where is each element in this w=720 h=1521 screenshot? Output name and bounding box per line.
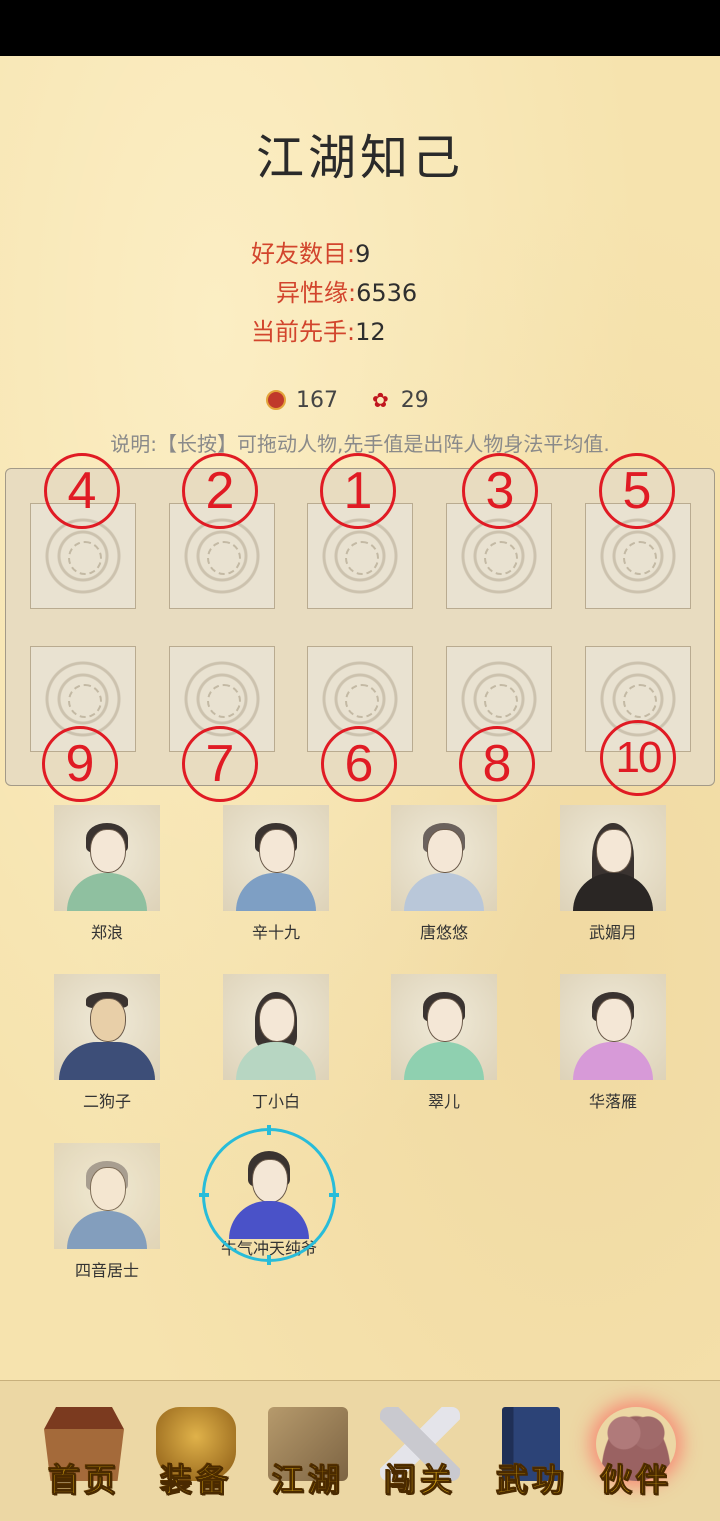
rose-value: 29 (400, 388, 429, 413)
affinity-stat: 异性缘:6536 (276, 273, 417, 308)
character-name: 丁小白 (251, 1092, 300, 1111)
nav-home-label: 首页 (47, 1461, 120, 1500)
nav-home[interactable]: 首页 (34, 1399, 134, 1509)
character-portrait (391, 805, 497, 911)
character-portrait (54, 805, 160, 911)
nav-challenge-label: 闯关 (383, 1461, 456, 1500)
slot-order-number: 10 (600, 720, 676, 796)
slot-order-number: 4 (44, 453, 120, 529)
character-portrait (391, 974, 497, 1080)
emblem-icon (68, 541, 102, 575)
nav-equipment[interactable]: 装备 (146, 1399, 246, 1509)
character-name: 四音居士 (74, 1261, 139, 1280)
character-card[interactable]: 华落雁 (560, 974, 666, 1112)
character-portrait (54, 974, 160, 1080)
slot-order-number: 9 (42, 726, 118, 802)
emblem-icon (623, 541, 657, 575)
slot-order-number: 1 (320, 453, 396, 529)
bottom-nav: 首页 装备 江湖 闯关 武功 伙伴 (0, 1380, 720, 1521)
character-card[interactable]: 四音居士 (54, 1143, 160, 1281)
character-card[interactable]: 辛十九 (223, 805, 329, 943)
slot-order-number: 7 (182, 726, 258, 802)
page-title: 江湖知己 (255, 130, 464, 186)
nav-partners-label: 伙伴 (599, 1461, 672, 1500)
nav-martial-arts-label: 武功 (495, 1461, 568, 1500)
nav-jianghu[interactable]: 江湖 (258, 1399, 358, 1509)
slot-order-number: 6 (321, 726, 397, 802)
character-card[interactable]: 丁小白 (223, 974, 329, 1112)
emblem-icon (207, 541, 241, 575)
character-portrait (560, 974, 666, 1080)
coin-currency: 167 (266, 388, 338, 413)
character-name: 郑浪 (90, 923, 123, 942)
rose-currency: ✿ 29 (372, 388, 429, 413)
emblem-icon (623, 684, 657, 718)
character-portrait (54, 1143, 160, 1249)
emblem-icon (345, 684, 379, 718)
emblem-icon (207, 684, 241, 718)
nav-equipment-label: 装备 (159, 1461, 232, 1500)
coin-pouch-icon (266, 390, 286, 410)
character-name: 华落雁 (588, 1092, 637, 1111)
affinity-label: 异性缘: (276, 279, 357, 307)
friends-count-label: 好友数目: (251, 240, 356, 268)
initiative-stat: 当前先手:12 (251, 312, 386, 347)
slot-order-number: 3 (462, 453, 538, 529)
character-card[interactable]: 唐悠悠 (391, 805, 497, 943)
character-card[interactable]: 二狗子 (54, 974, 160, 1112)
initiative-value: 12 (355, 318, 386, 346)
character-card[interactable]: 郑浪 (54, 805, 160, 943)
character-portrait (223, 974, 329, 1080)
affinity-value: 6536 (356, 279, 418, 307)
nav-challenge[interactable]: 闯关 (370, 1399, 470, 1509)
slot-order-number: 8 (459, 726, 535, 802)
slot-order-number: 2 (182, 453, 258, 529)
character-name: 翠儿 (427, 1092, 460, 1111)
coin-value: 167 (296, 388, 338, 413)
nav-jianghu-label: 江湖 (271, 1461, 344, 1500)
character-card[interactable]: 武媚月 (560, 805, 666, 943)
character-name: 武媚月 (588, 923, 637, 942)
rose-icon: ✿ (372, 388, 389, 412)
emblem-icon (68, 684, 102, 718)
character-portrait (223, 805, 329, 911)
selection-ring (199, 1125, 339, 1265)
character-portrait (560, 805, 666, 911)
slot-order-number: 5 (599, 453, 675, 529)
initiative-label: 当前先手: (251, 318, 356, 346)
emblem-icon (484, 684, 518, 718)
character-name: 唐悠悠 (419, 923, 468, 942)
character-name: 二狗子 (82, 1092, 131, 1111)
emblem-icon (484, 541, 518, 575)
friends-count: 好友数目:9 (251, 234, 370, 269)
character-card[interactable]: 翠儿 (391, 974, 497, 1112)
status-bar (0, 0, 720, 56)
friends-count-value: 9 (355, 240, 371, 268)
emblem-icon (345, 541, 379, 575)
nav-partners[interactable]: 伙伴 (586, 1399, 686, 1509)
character-name: 辛十九 (251, 923, 300, 942)
nav-martial-arts[interactable]: 武功 (482, 1399, 582, 1509)
